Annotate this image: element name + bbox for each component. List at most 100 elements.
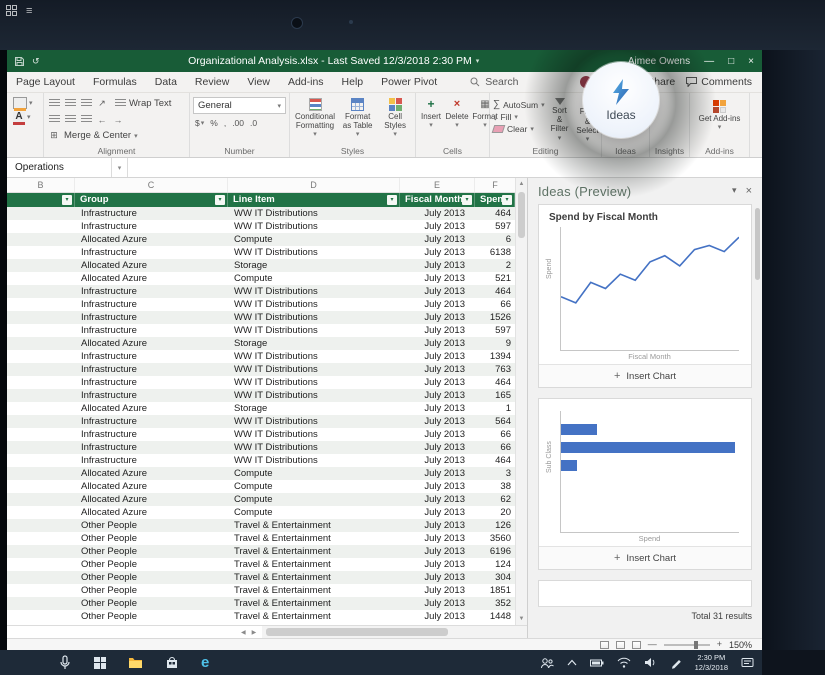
cell[interactable]: July 2013 [400,207,475,220]
cell[interactable] [7,311,75,324]
font-color-icon[interactable]: A [13,112,25,122]
filter-icon[interactable]: ▾ [215,195,225,205]
cell[interactable]: Compute [228,467,400,480]
cell[interactable]: Allocated Azure [75,480,228,493]
column-letter[interactable]: D [228,178,400,192]
zoom-in-button[interactable]: + [717,640,722,649]
sort-filter-button[interactable]: Sort & Filter▾ [549,97,571,145]
cell[interactable] [7,441,75,454]
cell[interactable] [7,389,75,402]
cell[interactable]: 3 [475,467,515,480]
cell[interactable]: 20 [475,506,515,519]
cell[interactable] [7,480,75,493]
cell[interactable] [7,532,75,545]
cell[interactable]: Infrastructure [75,363,228,376]
align-center-icon[interactable] [63,113,77,126]
cell[interactable]: July 2013 [400,311,475,324]
cell[interactable]: Compute [228,233,400,246]
cell[interactable]: Other People [75,597,228,610]
cell[interactable] [7,454,75,467]
cell[interactable]: Allocated Azure [75,506,228,519]
cell[interactable]: July 2013 [400,246,475,259]
cell[interactable]: 464 [475,285,515,298]
vertical-scrollbar[interactable]: ▲ ▼ [515,178,527,625]
panel-chevron-down-icon[interactable]: ▾ [732,185,737,197]
cell[interactable]: WW IT Distributions [228,376,400,389]
cell[interactable]: Travel & Entertainment [228,545,400,558]
format-as-table-button[interactable]: Format as Table▾ [339,97,376,145]
cell[interactable]: Infrastructure [75,324,228,337]
cell[interactable]: 1448 [475,610,515,623]
cell[interactable] [7,324,75,337]
ideas-button[interactable]: Ideas [583,62,659,138]
cell[interactable]: Other People [75,545,228,558]
cell[interactable]: Other People [75,610,228,623]
filter-icon[interactable]: ▾ [62,195,72,205]
cell[interactable]: Compute [228,493,400,506]
cell[interactable]: July 2013 [400,233,475,246]
speaker-icon[interactable] [644,657,657,668]
chevron-down-icon[interactable]: ▾ [476,57,480,65]
cell[interactable] [7,467,75,480]
increase-indent-icon[interactable]: → [111,113,125,126]
header-cell-fiscal-month[interactable]: Fiscal Month▾ [400,193,475,207]
number-format-select[interactable]: General▾ [193,97,286,114]
cell[interactable]: Other People [75,532,228,545]
get-addins-button[interactable]: Get Add-ins▾ [697,99,743,133]
cell[interactable]: Travel & Entertainment [228,532,400,545]
filter-icon[interactable]: ▾ [502,195,512,205]
cell[interactable]: July 2013 [400,493,475,506]
cell[interactable]: 66 [475,298,515,311]
cell[interactable]: July 2013 [400,389,475,402]
cell[interactable]: 597 [475,324,515,337]
cell[interactable]: Allocated Azure [75,402,228,415]
tab-help[interactable]: Help [333,72,373,92]
filter-icon[interactable]: ▾ [387,195,397,205]
cell[interactable]: 9 [475,337,515,350]
cell[interactable] [7,285,75,298]
currency-format-button[interactable]: $ ▾ [193,118,206,128]
cell[interactable]: WW IT Distributions [228,324,400,337]
zoom-out-button[interactable]: — [648,640,657,649]
autosum-button[interactable]: ∑AutoSum▾ [493,99,545,110]
cell[interactable]: WW IT Distributions [228,311,400,324]
cell[interactable]: Other People [75,519,228,532]
microphone-icon[interactable] [58,655,72,670]
cell[interactable]: 66 [475,441,515,454]
view-page-break-icon[interactable] [632,641,641,649]
cell[interactable]: WW IT Distributions [228,363,400,376]
cell[interactable]: Allocated Azure [75,467,228,480]
cell[interactable]: Allocated Azure [75,233,228,246]
cell[interactable]: July 2013 [400,584,475,597]
undo-icon[interactable]: ↺ [32,56,40,67]
cell[interactable]: 304 [475,571,515,584]
cell[interactable]: 2 [475,259,515,272]
cell[interactable]: July 2013 [400,415,475,428]
column-letter[interactable]: F [475,178,515,192]
cell[interactable]: Infrastructure [75,350,228,363]
cell[interactable]: Storage [228,259,400,272]
tab-formulas[interactable]: Formulas [84,72,146,92]
cell[interactable] [7,376,75,389]
cell[interactable]: 352 [475,597,515,610]
zoom-level[interactable]: 150% [729,640,752,650]
cell[interactable]: July 2013 [400,558,475,571]
cell[interactable] [7,233,75,246]
people-icon[interactable] [540,657,554,669]
cell[interactable]: July 2013 [400,480,475,493]
align-left-icon[interactable] [47,113,61,126]
panel-close-icon[interactable]: × [746,185,752,197]
cell[interactable]: Infrastructure [75,311,228,324]
maximize-button[interactable]: □ [728,56,734,67]
cell[interactable]: 464 [475,454,515,467]
cell[interactable]: Infrastructure [75,441,228,454]
cell[interactable]: 1526 [475,311,515,324]
sheet-scroll-left-icon[interactable]: ◀ [241,629,246,636]
cell[interactable] [7,506,75,519]
cell[interactable]: Infrastructure [75,285,228,298]
edge-browser-icon[interactable]: e [201,655,209,670]
cell[interactable]: July 2013 [400,350,475,363]
cell[interactable]: WW IT Distributions [228,454,400,467]
cell[interactable] [7,246,75,259]
cell[interactable] [7,259,75,272]
